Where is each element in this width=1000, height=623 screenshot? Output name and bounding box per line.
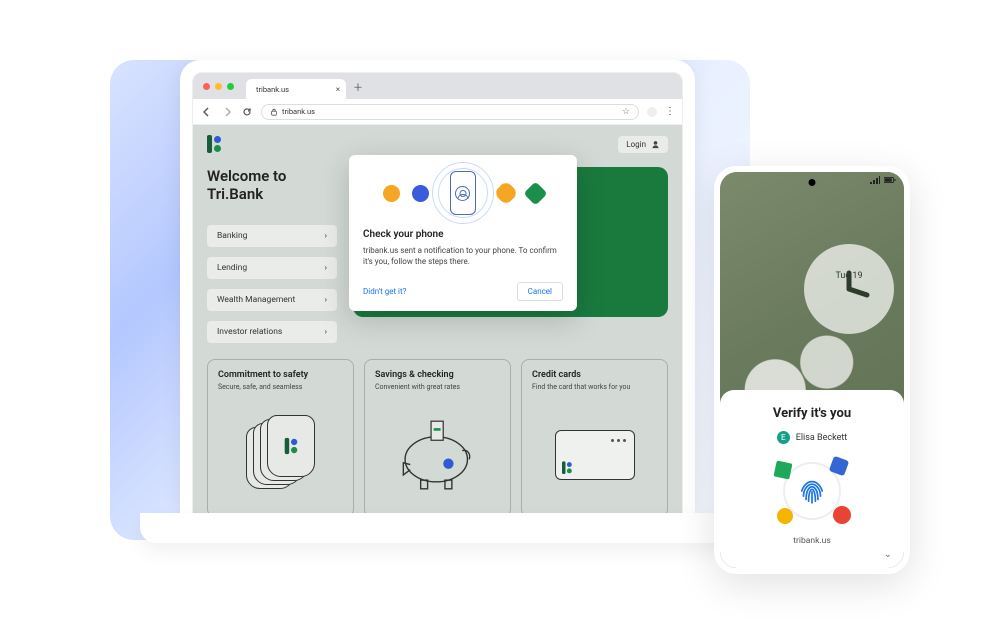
window-maximize-icon[interactable]	[227, 83, 234, 90]
nav-item-label: Lending	[217, 263, 247, 273]
diamond-shape-icon	[523, 181, 547, 205]
browser-menu-icon[interactable]: ⋮	[665, 106, 674, 117]
new-tab-button[interactable]: ＋	[350, 78, 366, 94]
login-button[interactable]: Login	[618, 136, 668, 153]
window-controls	[203, 83, 234, 90]
phone-camera-icon	[809, 179, 816, 186]
card-savings[interactable]: Savings & checking Convenient with great…	[364, 359, 511, 514]
card-title: Commitment to safety	[218, 370, 343, 380]
phone-screen: Tue 19 Verify it's you E Elisa Beckett	[720, 172, 904, 568]
lock-icon	[270, 108, 278, 116]
nav-item-wealth[interactable]: Wealth Management ›	[207, 289, 337, 311]
login-label: Login	[626, 140, 646, 149]
piggybank-icon	[375, 399, 500, 510]
url-field[interactable]: tribank.us ☆	[261, 104, 639, 120]
card-subtitle: Secure, safe, and seamless	[218, 383, 343, 391]
card-subtitle: Find the card that works for you	[532, 383, 657, 391]
site-header: Login	[207, 135, 668, 153]
verify-site-label: tribank.us	[793, 536, 830, 546]
tab-close-icon[interactable]: ×	[336, 85, 340, 94]
tab-title: tribank.us	[256, 85, 289, 94]
bookmark-star-icon[interactable]: ☆	[622, 107, 630, 117]
nav-item-banking[interactable]: Banking ›	[207, 225, 337, 247]
url-text: tribank.us	[282, 107, 315, 116]
chevron-right-icon: ›	[324, 327, 327, 337]
clock-hands-icon	[819, 259, 879, 319]
nav-item-investor[interactable]: Investor relations ›	[207, 321, 337, 343]
chevron-right-icon: ›	[324, 231, 327, 241]
browser-address-bar: tribank.us ☆ ⋮	[193, 99, 682, 125]
card-safety[interactable]: Commitment to safety Secure, safe, and s…	[207, 359, 354, 514]
nav-back-icon[interactable]	[201, 106, 213, 118]
nav-forward-icon[interactable]	[221, 106, 233, 118]
account-row[interactable]: E Elisa Beckett	[777, 431, 848, 444]
chevron-right-icon: ›	[324, 295, 327, 305]
verify-bottom-sheet: Verify it's you E Elisa Beckett	[720, 390, 904, 568]
green-square-icon	[774, 461, 793, 480]
phone-frame: Tue 19 Verify it's you E Elisa Beckett	[714, 166, 910, 574]
nav-reload-icon[interactable]	[241, 106, 253, 118]
laptop-body: tribank.us × ＋ tribank.us ☆ ⋮	[180, 60, 695, 515]
browser-tab-bar: tribank.us × ＋	[193, 73, 682, 99]
nav-item-label: Wealth Management	[217, 295, 295, 305]
card-title: Savings & checking	[375, 370, 500, 380]
fingerprint-icon	[795, 474, 829, 508]
user-name: Elisa Beckett	[796, 433, 848, 443]
page-title: Welcome toTri.Bank	[207, 167, 337, 203]
card-title: Credit cards	[532, 370, 657, 380]
nav-item-label: Investor relations	[217, 327, 282, 337]
verify-title: Verify it's you	[773, 406, 851, 421]
nav-item-lending[interactable]: Lending ›	[207, 257, 337, 279]
flower-shape-icon	[412, 185, 429, 202]
laptop-base	[140, 513, 735, 543]
battery-icon	[884, 176, 896, 184]
window-close-icon[interactable]	[203, 83, 210, 90]
window-minimize-icon[interactable]	[215, 83, 222, 90]
avatar: E	[777, 431, 790, 444]
sheet-expand-icon[interactable]: ⌄	[884, 549, 892, 560]
extension-icon[interactable]	[647, 107, 657, 117]
tribank-logo[interactable]	[207, 135, 221, 153]
user-outline-icon	[455, 186, 470, 201]
signal-icon	[870, 176, 880, 184]
site-viewport: Login Welcome toTri.Bank Banking › Lendi…	[193, 125, 682, 514]
circle-shape-icon	[383, 185, 400, 202]
clock-widget[interactable]: Tue 19	[804, 244, 894, 334]
phone-pulse-icon	[441, 171, 485, 215]
didnt-get-it-link[interactable]: Didn't get it?	[363, 287, 406, 296]
dialog-body: tribank.us sent a notification to your p…	[363, 246, 563, 268]
card-credit[interactable]: Credit cards Find the card that works fo…	[521, 359, 668, 514]
check-phone-dialog: Check your phone tribank.us sent a notif…	[349, 155, 577, 311]
yellow-circle-icon	[777, 508, 793, 524]
dialog-illustration	[363, 165, 563, 229]
cancel-button[interactable]: Cancel	[517, 282, 563, 301]
credit-card-icon	[532, 399, 657, 510]
browser-tab[interactable]: tribank.us ×	[246, 79, 346, 99]
dialog-title: Check your phone	[363, 229, 563, 240]
user-icon	[651, 140, 660, 149]
browser-window: tribank.us × ＋ tribank.us ☆ ⋮	[192, 72, 683, 515]
phone-status-bar	[870, 176, 896, 184]
clover-shape-icon	[493, 180, 518, 205]
red-circle-icon	[833, 506, 851, 524]
phone-outline-icon	[450, 171, 476, 215]
chevron-right-icon: ›	[324, 263, 327, 273]
fingerprint-button[interactable]	[777, 456, 847, 526]
card-subtitle: Convenient with great rates	[375, 383, 500, 391]
info-cards-row: Commitment to safety Secure, safe, and s…	[207, 359, 668, 514]
shield-stack-icon	[218, 399, 343, 510]
site-nav: Welcome toTri.Bank Banking › Lending › W…	[207, 167, 337, 343]
nav-item-label: Banking	[217, 231, 247, 241]
